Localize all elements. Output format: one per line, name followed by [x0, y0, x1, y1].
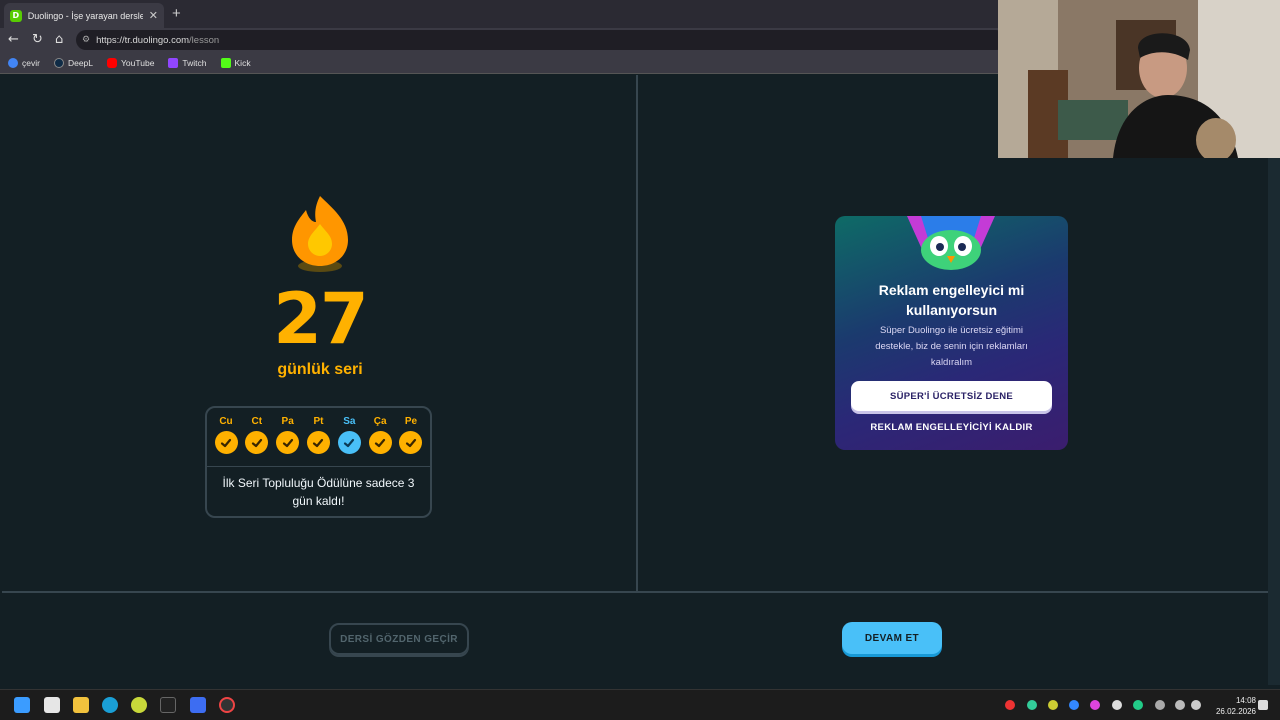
bookmark-youtube[interactable]: YouTube	[107, 57, 155, 68]
task-view-icon[interactable]	[44, 697, 60, 713]
check-icon	[214, 431, 238, 454]
lesson-complete-page: 27 günlük seri Cu Ct Pa Pt Sa Ça Pe İlk …	[2, 75, 1268, 685]
footer-divider	[2, 591, 1268, 593]
notification-bell-icon[interactable]	[1258, 700, 1268, 710]
bookmark-label: DeepL	[67, 57, 94, 68]
ad-desc-line: kaldıralım	[930, 357, 973, 368]
adblock-promo-card: Reklam engelleyici mi kullanıyorsun Süpe…	[835, 216, 1068, 450]
duolingo-favicon-icon: D	[10, 9, 22, 22]
taskbar-clock[interactable]: 14:08 26.02.2026	[1206, 695, 1256, 717]
message-line: İlk Seri Topluluğu Ödülüne sadece 3	[222, 476, 415, 490]
continue-button[interactable]: DEVAM ET	[842, 622, 942, 654]
check-icon	[276, 431, 300, 454]
day-ca: Ça	[367, 416, 393, 454]
card-separator	[207, 466, 430, 467]
bookmark-label: çevir	[22, 57, 40, 68]
tab-title: Duolingo - İşe yarayan derslerle İn	[27, 10, 143, 21]
day-label: Pt	[313, 416, 324, 427]
ad-title: Reklam engelleyici mi kullanıyorsun	[845, 280, 1058, 320]
bookmark-deepl[interactable]: DeepL	[53, 57, 94, 68]
kick-icon	[220, 57, 231, 68]
deepl-icon	[53, 57, 64, 68]
reload-icon[interactable]: ↻	[32, 32, 43, 47]
day-label: Ct	[251, 416, 263, 427]
file-explorer-icon[interactable]	[73, 697, 89, 713]
close-icon[interactable]: ✕	[149, 9, 158, 22]
bookmark-label: Kick	[234, 57, 251, 68]
check-icon	[368, 431, 392, 454]
day-ct: Ct	[244, 416, 270, 454]
day-label: Sa	[343, 416, 356, 427]
streak-week-card: Cu Ct Pa Pt Sa Ça Pe İlk Seri Topluluğu …	[205, 406, 432, 518]
review-lesson-button[interactable]: DERSİ GÖZDEN GEÇİR	[329, 623, 469, 655]
ad-title-line: Reklam engelleyici mi	[878, 282, 1025, 298]
week-days: Cu Ct Pa Pt Sa Ça Pe	[213, 416, 424, 454]
day-label: Pe	[404, 416, 418, 427]
duo-mascot-icon	[907, 216, 995, 270]
site-info-icon[interactable]: ⚙	[82, 35, 90, 45]
day-pt: Pt	[305, 416, 331, 454]
tray-icon[interactable]	[1133, 700, 1143, 710]
terminal-icon[interactable]	[160, 697, 176, 713]
bookmark-cevir[interactable]: çevir	[8, 57, 40, 68]
webcam-overlay	[998, 0, 1280, 158]
streak-flame-icon	[292, 196, 348, 272]
app-icon[interactable]	[131, 697, 147, 713]
tray-icon[interactable]	[1069, 700, 1079, 710]
google-icon	[8, 57, 18, 68]
volume-icon[interactable]	[1191, 700, 1201, 710]
back-icon[interactable]: ←	[8, 32, 19, 47]
youtube-icon	[107, 57, 118, 68]
day-label: Pa	[281, 416, 294, 427]
tray-icon[interactable]	[1090, 700, 1100, 710]
bookmark-kick[interactable]: Kick	[220, 57, 251, 68]
streak-label: günlük seri	[277, 361, 363, 378]
streak-count: 27	[273, 278, 368, 360]
check-icon	[337, 431, 361, 454]
twitch-icon	[168, 57, 179, 68]
tray-icon[interactable]	[1005, 700, 1015, 710]
streak-reward-message: İlk Seri Topluluğu Ödülüne sadece 3 gün …	[215, 474, 422, 510]
message-line: gün kaldı!	[292, 494, 345, 508]
ad-desc-line: Süper Duolingo ile ücretsiz eğitimi	[879, 325, 1024, 336]
ad-title-line: kullanıyorsun	[905, 302, 998, 318]
browser-tab[interactable]: D Duolingo - İşe yarayan derslerle İn ✕	[4, 3, 164, 28]
check-icon	[245, 431, 269, 454]
day-label: Ça	[373, 416, 387, 427]
ad-description: Süper Duolingo ile ücretsiz eğitimi dest…	[849, 323, 1054, 371]
screen: D Duolingo - İşe yarayan derslerle İn ✕ …	[0, 0, 1280, 720]
check-icon	[306, 431, 330, 454]
clock-time: 14:08	[1235, 696, 1256, 705]
day-sa-today: Sa	[336, 416, 362, 454]
day-pe: Pe	[398, 416, 424, 454]
new-tab-icon[interactable]: +	[172, 5, 181, 22]
day-pa: Pa	[275, 416, 301, 454]
day-cu: Cu	[213, 416, 239, 454]
windows-taskbar: 14:08 26.02.2026	[0, 689, 1280, 720]
bookmark-twitch[interactable]: Twitch	[168, 57, 207, 68]
ad-desc-line: destekle, biz de senin için reklamları	[875, 341, 1028, 352]
tray-icon[interactable]	[1112, 700, 1122, 710]
bookmark-label: YouTube	[121, 57, 155, 68]
check-icon	[399, 431, 423, 454]
scrollbar[interactable]	[1268, 75, 1280, 685]
home-icon[interactable]: ⌂	[55, 32, 63, 47]
network-icon[interactable]	[1175, 700, 1185, 710]
remove-adblock-link[interactable]: REKLAM ENGELLEYİCİYİ KALDIR	[845, 422, 1058, 433]
tray-icon[interactable]	[1048, 700, 1058, 710]
bookmark-label: Twitch	[182, 57, 207, 68]
tray-icon[interactable]	[1027, 700, 1037, 710]
obs-icon[interactable]	[219, 697, 235, 713]
clock-date: 26.02.2026	[1215, 707, 1256, 716]
start-windows-icon[interactable]	[14, 697, 30, 713]
url-text: https://tr.duolingo.com/lesson	[96, 34, 220, 46]
day-label: Cu	[219, 416, 233, 427]
microphone-icon[interactable]	[1155, 700, 1165, 710]
vertical-divider	[636, 75, 638, 592]
try-super-button[interactable]: SÜPER'İ ÜCRETSİZ DENE	[851, 381, 1052, 411]
url-input[interactable]: ⚙ https://tr.duolingo.com/lesson	[76, 30, 1006, 50]
app-icon[interactable]	[190, 697, 206, 713]
edge-icon[interactable]	[102, 697, 118, 713]
